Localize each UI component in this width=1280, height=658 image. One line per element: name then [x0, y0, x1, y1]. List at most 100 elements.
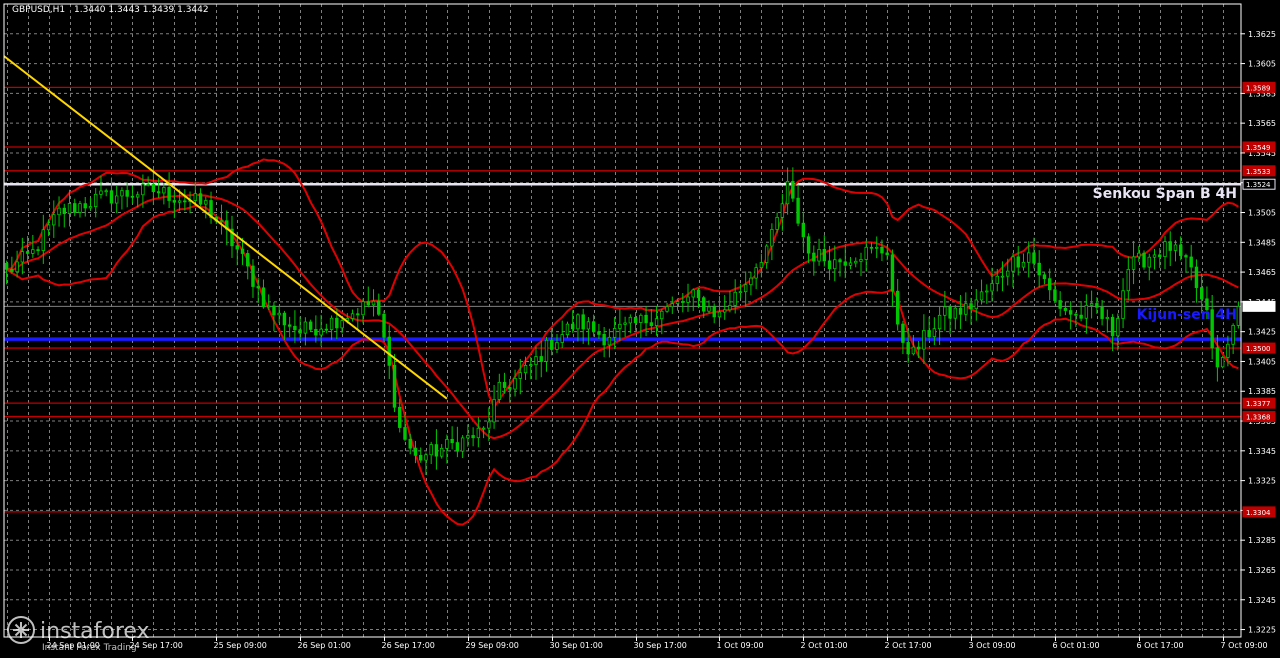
candle-body [52, 214, 56, 226]
candle-body [812, 252, 816, 262]
candle-body [156, 191, 161, 194]
x-tick-label: 30 Sep 17:00 [634, 641, 687, 650]
candle-body [1006, 270, 1010, 277]
candle-body [251, 265, 255, 287]
candle-body [57, 207, 61, 216]
candle-body [308, 321, 313, 330]
candle-body [785, 180, 790, 205]
y-tick-label: 1.3345 [1248, 447, 1276, 456]
candle-body [880, 246, 884, 254]
candle-body [114, 195, 119, 204]
y-tick-label: 1.3565 [1248, 119, 1276, 128]
candle-body [581, 314, 585, 330]
candle-body [1116, 318, 1120, 337]
candle-body [759, 262, 764, 269]
candle-body [943, 306, 947, 316]
senkou-span-b-label: Senkou Span B 4H [1093, 186, 1237, 202]
candle-body [644, 314, 648, 324]
candle-body [1142, 252, 1146, 268]
candle-body [801, 222, 806, 238]
senkou-price-text: 1.3524 [1246, 181, 1271, 189]
candle-body [361, 301, 365, 316]
candle-body [628, 316, 633, 324]
candle-body [843, 261, 847, 266]
candle-body [104, 190, 108, 193]
candle-body [466, 435, 470, 439]
candle-body [749, 277, 753, 286]
candle-body [350, 313, 355, 319]
candle-body [492, 399, 496, 423]
x-tick-label: 1 Oct 09:00 [717, 641, 764, 650]
candle-body [261, 287, 266, 308]
candle-body [487, 421, 491, 429]
candle-body [859, 259, 863, 262]
candle-body [1068, 310, 1073, 315]
y-tick-label: 1.3505 [1248, 209, 1276, 218]
chart-header: GBPUSD,H1 1.3440 1.3443 1.3439 1.3442 [12, 5, 209, 15]
ohlc-values: 1.3440 1.3443 1.3439 1.3442 [74, 5, 209, 15]
x-tick-label: 2 Oct 01:00 [801, 641, 848, 650]
candle-body [723, 309, 727, 313]
candle-body [796, 197, 800, 224]
candle-body [460, 437, 465, 452]
x-tick-label: 26 Sep 01:00 [298, 641, 351, 650]
x-tick-label: 29 Sep 09:00 [466, 641, 519, 650]
candle-body [298, 329, 302, 334]
candle-body [1021, 261, 1026, 268]
x-tick-label: 6 Oct 17:00 [1137, 641, 1184, 650]
candle-body [46, 224, 51, 231]
candle-body [204, 200, 208, 205]
candle-body [670, 303, 674, 308]
candle-body [1089, 303, 1094, 306]
candle-body [571, 323, 575, 330]
candle-body [895, 290, 900, 325]
candle-body [691, 289, 695, 298]
candle-body [1079, 314, 1083, 319]
candle-body [15, 261, 19, 273]
candle-body [591, 321, 596, 333]
candle-body [958, 307, 963, 315]
candle-body [1011, 256, 1015, 272]
candle-body [513, 377, 517, 390]
level-price-text: 1.3589 [1246, 84, 1271, 92]
candle-body [518, 372, 522, 379]
candle-body [743, 284, 748, 293]
candle-body [885, 252, 889, 256]
candle-body [544, 339, 549, 362]
candle-body [20, 251, 25, 263]
candle-body [1184, 255, 1188, 258]
candle-body [1063, 307, 1068, 311]
candle-body [450, 438, 454, 444]
candle-body [1100, 306, 1104, 319]
candle-body [1074, 313, 1078, 316]
candle-body [869, 246, 874, 249]
candle-body [83, 203, 87, 209]
candle-body [377, 300, 381, 315]
candle-body [927, 330, 931, 337]
candle-body [403, 427, 407, 440]
candle-body [665, 306, 669, 312]
candle-body [754, 267, 758, 279]
candle-body [822, 248, 826, 262]
candle-body [1110, 316, 1115, 337]
candle-body [1236, 305, 1241, 326]
candle-body [329, 317, 334, 330]
candle-body [445, 438, 449, 449]
candle-body [770, 229, 774, 247]
candle-body [953, 307, 958, 319]
candle-body [817, 248, 821, 262]
y-tick-label: 1.3425 [1248, 328, 1276, 337]
candle-body [922, 330, 926, 350]
candle-body [366, 301, 370, 306]
candle-body [534, 356, 538, 366]
x-tick-label: 3 Oct 09:00 [969, 641, 1016, 650]
candle-body [1016, 256, 1020, 268]
level-price-text: 1.3304 [1246, 509, 1271, 517]
candle-body [125, 190, 129, 197]
candle-body [985, 290, 989, 293]
current-price-text: 1.3442 [1246, 303, 1271, 311]
candle-body [481, 427, 486, 430]
candle-body [413, 447, 418, 456]
candle-body [916, 346, 921, 350]
candle-body [932, 328, 937, 337]
